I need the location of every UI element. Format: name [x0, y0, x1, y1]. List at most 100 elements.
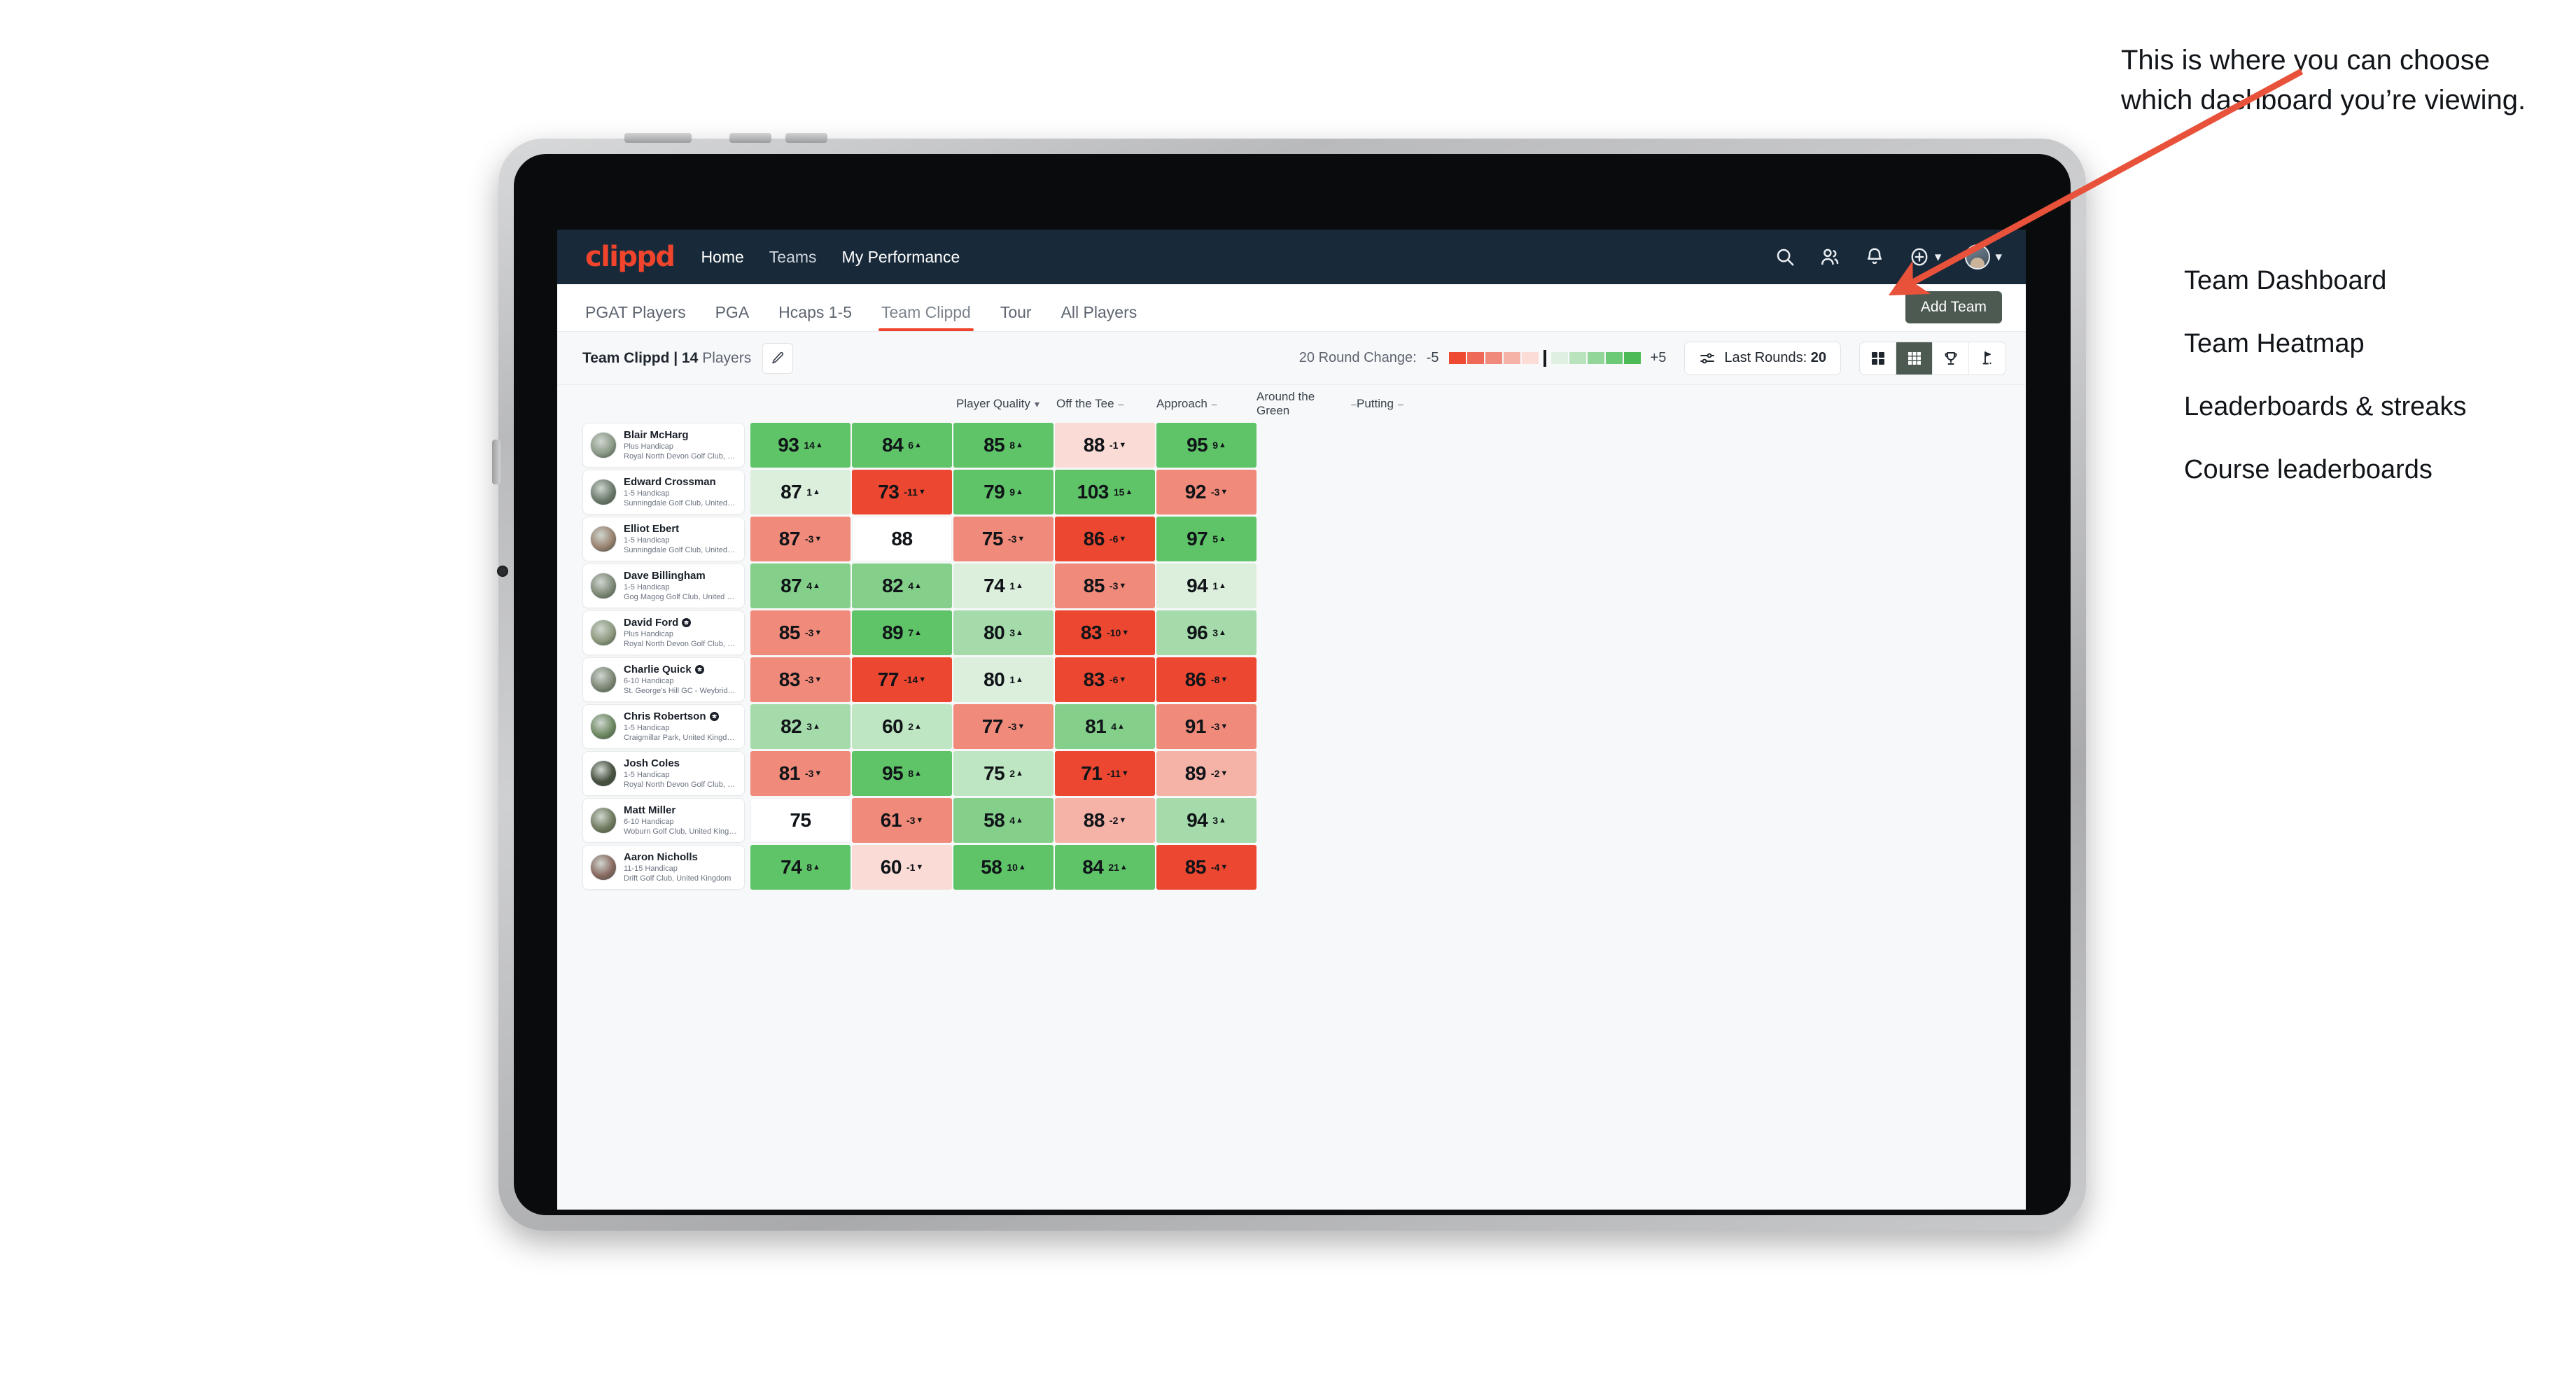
table-row[interactable]: Edward Crossman 1-5 Handicap Sunningdale G…	[557, 470, 2026, 517]
nav-link-home[interactable]: Home	[701, 248, 743, 267]
player-card[interactable]: Aaron Nicholls 11-15 Handicap Drift Golf C…	[582, 845, 745, 890]
last-rounds-filter[interactable]: Last Rounds: 20	[1684, 341, 1841, 375]
heatmap-cell[interactable]: 86 -6 ▼	[1055, 517, 1155, 561]
side-button[interactable]	[492, 440, 500, 484]
column-header-around-the-green[interactable]: Around the Green –	[1256, 390, 1357, 418]
table-row[interactable]: David Ford Plus Handicap Royal North Devon…	[557, 610, 2026, 657]
heatmap-cell[interactable]: 81 4 ▲	[1055, 704, 1155, 749]
player-card[interactable]: Charlie Quick 6-10 Handicap St. George's H…	[582, 657, 745, 702]
heatmap-cell[interactable]: 87 4 ▲	[750, 564, 850, 608]
table-row[interactable]: Matt Miller 6-10 Handicap Woburn Golf Club…	[557, 798, 2026, 845]
heatmap-cell[interactable]: 75 2 ▲	[953, 751, 1054, 796]
heatmap-cell[interactable]: 88 -2 ▼	[1055, 798, 1155, 843]
arrow-up-icon: ▲	[1018, 862, 1026, 872]
heatmap-cell[interactable]: 77 -3 ▼	[953, 704, 1054, 749]
heatmap-cell[interactable]: 93 14 ▲	[750, 423, 850, 468]
heatmap-cell[interactable]: 87 -3 ▼	[750, 517, 850, 561]
volume-up-button[interactable]	[729, 133, 771, 143]
heatmap-cell[interactable]: 79 9 ▲	[953, 470, 1054, 514]
heatmap-cell[interactable]: 61 -3 ▼	[852, 798, 952, 843]
column-header-putting[interactable]: Putting –	[1357, 397, 1457, 411]
tab-team-clippd[interactable]: Team Clippd	[878, 303, 974, 331]
heatmap-cell[interactable]: 74 8 ▲	[750, 845, 850, 890]
heatmap-cell[interactable]: 77 -14 ▼	[852, 657, 952, 702]
heatmap-cell[interactable]: 73 -11 ▼	[852, 470, 952, 514]
heatmap-cell[interactable]: 88	[852, 517, 952, 561]
table-row[interactable]: Charlie Quick 6-10 Handicap St. George's H…	[557, 657, 2026, 704]
power-button[interactable]	[624, 133, 692, 143]
player-card[interactable]: Chris Robertson 1-5 Handicap Craigmillar P…	[582, 704, 745, 749]
player-card[interactable]: Edward Crossman 1-5 Handicap Sunningdale G…	[582, 470, 745, 514]
tab-all-players[interactable]: All Players	[1058, 303, 1140, 331]
column-header-approach[interactable]: Approach –	[1156, 397, 1256, 411]
cell-delta: 8 ▲	[806, 862, 820, 873]
heatmap-cell[interactable]: 71 -11 ▼	[1055, 751, 1155, 796]
table-row[interactable]: Aaron Nicholls 11-15 Handicap Drift Golf C…	[557, 845, 2026, 892]
heatmap-cell[interactable]: 94 3 ▲	[1156, 798, 1256, 843]
column-header-off-the-tee[interactable]: Off the Tee –	[1056, 397, 1156, 411]
table-row[interactable]: Elliot Ebert 1-5 Handicap Sunningdale Golf…	[557, 517, 2026, 564]
heatmap-cell[interactable]: 82 3 ▲	[750, 704, 850, 749]
heatmap-cell[interactable]: 96 3 ▲	[1156, 610, 1256, 655]
heatmap-cell[interactable]: 85 -3 ▼	[750, 610, 850, 655]
view-course-leaderboards-button[interactable]	[1969, 342, 2005, 374]
nav-link-my-performance[interactable]: My Performance	[842, 248, 960, 267]
heatmap-cell[interactable]: 60 2 ▲	[852, 704, 952, 749]
heatmap-cell[interactable]: 80 3 ▲	[953, 610, 1054, 655]
heatmap-cell[interactable]: 94 1 ▲	[1156, 564, 1256, 608]
heatmap-cell[interactable]: 83 -3 ▼	[750, 657, 850, 702]
heatmap-cell[interactable]: 83 -10 ▼	[1055, 610, 1155, 655]
tab-pgat-players[interactable]: PGAT Players	[582, 303, 689, 331]
clippd-logo[interactable]: clippd	[585, 243, 676, 271]
tab-pga[interactable]: PGA	[713, 303, 752, 331]
heatmap-cell[interactable]: 97 5 ▲	[1156, 517, 1256, 561]
tab-hcaps-1-5[interactable]: Hcaps 1-5	[776, 303, 855, 331]
edit-team-button[interactable]	[762, 342, 794, 374]
heatmap-cell[interactable]: 84 6 ▲	[852, 423, 952, 468]
heatmap-cell[interactable]: 75 -3 ▼	[953, 517, 1054, 561]
heatmap-cell[interactable]: 80 1 ▲	[953, 657, 1054, 702]
heatmap-cell[interactable]: 91 -3 ▼	[1156, 704, 1256, 749]
heatmap-cell[interactable]: 81 -3 ▼	[750, 751, 850, 796]
heatmap-cell[interactable]: 85 -4 ▼	[1156, 845, 1256, 890]
heatmap-cell[interactable]: 75	[750, 798, 850, 843]
player-card[interactable]: Dave Billingham 1-5 Handicap Gog Magog Gol…	[582, 564, 745, 608]
heatmap-cell[interactable]: 83 -6 ▼	[1055, 657, 1155, 702]
heatmap-cell[interactable]: 85 -3 ▼	[1055, 564, 1155, 608]
tab-tour[interactable]: Tour	[997, 303, 1035, 331]
heatmap-cell[interactable]: 58 4 ▲	[953, 798, 1054, 843]
column-header-player-quality[interactable]: Player Quality ▾	[956, 397, 1056, 411]
heatmap-cell[interactable]: 95 9 ▲	[1156, 423, 1256, 468]
heatmap-cell[interactable]: 85 8 ▲	[953, 423, 1054, 468]
table-row[interactable]: Dave Billingham 1-5 Handicap Gog Magog Gol…	[557, 564, 2026, 610]
heatmap-cell[interactable]: 88 -1 ▼	[1055, 423, 1155, 468]
player-card[interactable]: Elliot Ebert 1-5 Handicap Sunningdale Golf…	[582, 517, 745, 561]
heatmap-cell[interactable]: 87 1 ▲	[750, 470, 850, 514]
heatmap-cell[interactable]: 89 7 ▲	[852, 610, 952, 655]
heatmap-cell[interactable]: 74 1 ▲	[953, 564, 1054, 608]
heatmap-cell[interactable]: 82 4 ▲	[852, 564, 952, 608]
player-metric-cells: 85 -3 ▼ 89 7 ▲ 80 3 ▲ 83 -10 ▼ 96 3 ▲	[750, 610, 1258, 657]
heatmap-cell[interactable]: 84 21 ▲	[1055, 845, 1155, 890]
heatmap-cell[interactable]: 92 -3 ▼	[1156, 470, 1256, 514]
view-leaderboards-streaks-button[interactable]	[1933, 342, 1969, 374]
table-row[interactable]: Chris Robertson 1-5 Handicap Craigmillar P…	[557, 704, 2026, 751]
heatmap-table[interactable]: Player Quality ▾ Off the Tee – Approach – A…	[557, 385, 2026, 1210]
heatmap-cell[interactable]: 95 8 ▲	[852, 751, 952, 796]
heatmap-cell[interactable]: 60 -1 ▼	[852, 845, 952, 890]
view-team-dashboard-button[interactable]	[1860, 342, 1896, 374]
view-team-heatmap-button[interactable]	[1896, 342, 1933, 374]
nav-link-teams[interactable]: Teams	[769, 248, 817, 267]
player-card[interactable]: David Ford Plus Handicap Royal North Devon…	[582, 610, 745, 655]
heatmap-cell[interactable]: 86 -8 ▼	[1156, 657, 1256, 702]
player-card[interactable]: Josh Coles 1-5 Handicap Royal North Devon …	[582, 751, 745, 796]
table-row[interactable]: Josh Coles 1-5 Handicap Royal North Devon …	[557, 751, 2026, 798]
heatmap-cell[interactable]: 58 10 ▲	[953, 845, 1054, 890]
search-icon[interactable]	[1774, 246, 1795, 267]
player-card[interactable]: Matt Miller 6-10 Handicap Woburn Golf Club…	[582, 798, 745, 843]
table-row[interactable]: Blair McHarg Plus Handicap Royal North Dev…	[557, 423, 2026, 470]
player-card[interactable]: Blair McHarg Plus Handicap Royal North Dev…	[582, 423, 745, 468]
heatmap-cell[interactable]: 103 15 ▲	[1055, 470, 1155, 514]
volume-down-button[interactable]	[785, 133, 827, 143]
heatmap-cell[interactable]: 89 -2 ▼	[1156, 751, 1256, 796]
